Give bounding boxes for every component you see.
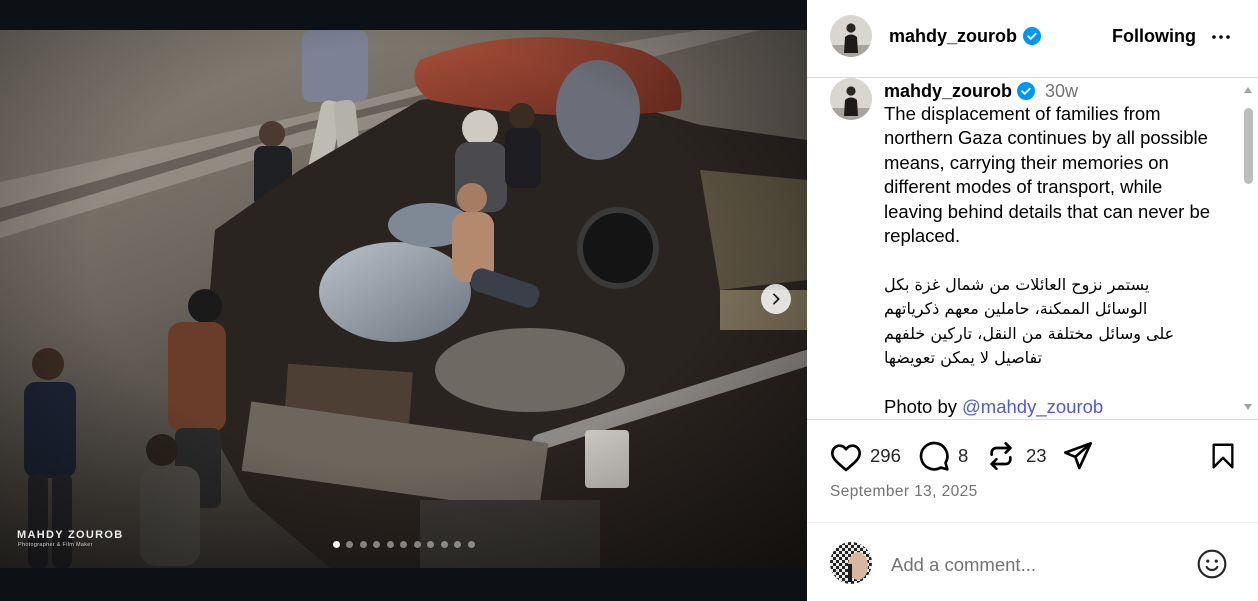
comment-count[interactable]: 8 [958, 445, 968, 467]
bookmark-icon [1212, 443, 1234, 469]
caption-arabic-line: تفاصيل لا يمكن تعويضها [884, 347, 1043, 367]
post-details-panel: mahdy_zourob Following mahdy_zourob 30w … [807, 0, 1258, 601]
carousel-dot [400, 541, 407, 548]
caption-line: replaced. [884, 224, 961, 246]
scroll-up-arrow-icon[interactable] [1244, 87, 1252, 93]
share-button[interactable] [1062, 440, 1094, 472]
repost-icon [990, 442, 1012, 470]
scrollbar-thumb[interactable] [1244, 108, 1253, 184]
verified-badge-icon [1017, 82, 1036, 100]
post-photo-image [0, 30, 807, 568]
heart-icon [831, 444, 861, 472]
comment-composer [807, 522, 1258, 601]
comment-input[interactable] [891, 553, 1181, 577]
caption-text: The displacement of families from northe… [884, 102, 1236, 419]
repost-count[interactable]: 23 [1026, 445, 1047, 467]
post-photo[interactable] [0, 30, 807, 568]
more-options-icon [1212, 35, 1230, 39]
post-header: mahdy_zourob Following [807, 0, 1258, 78]
carousel-dot [373, 541, 380, 548]
carousel-dot [386, 541, 394, 548]
share-icon [1064, 442, 1092, 470]
header-username[interactable]: mahdy_zourob [889, 25, 1017, 47]
like-count[interactable]: 296 [870, 445, 901, 467]
carousel-dots [0, 541, 807, 549]
carousel-dot [454, 541, 461, 548]
comment-icon [919, 441, 949, 471]
caption-line: different modes of transport, while [884, 176, 1163, 198]
carousel-dot [413, 541, 421, 548]
caption-line: northern Gaza continues by all possible [884, 127, 1208, 149]
like-button[interactable] [830, 441, 862, 473]
comment-button[interactable] [918, 440, 950, 472]
following-button[interactable]: Following [1112, 25, 1196, 47]
emoji-button[interactable] [1196, 548, 1228, 580]
verified-badge-icon [1023, 27, 1042, 45]
carousel-dot [427, 541, 434, 548]
caption-author-avatar[interactable] [830, 78, 872, 120]
caption-scroll-area[interactable]: mahdy_zourob 30w The displacement of fam… [807, 78, 1258, 420]
photo-credit-prefix: Photo by [884, 395, 958, 417]
photo-credit: Photo by @mahdy_zourob [884, 395, 1236, 419]
carousel-dot-active [332, 541, 340, 548]
save-button[interactable] [1209, 441, 1237, 471]
caption-arabic-line: الوسائل الممكنة، حاملين معهم ذكرياتهم [884, 299, 1148, 319]
chevron-right-icon [773, 293, 780, 305]
repost-button[interactable] [985, 440, 1017, 472]
caption-arabic-line: على وسائل مختلفة من النقل، تاركين خلفهم [884, 323, 1175, 343]
header-user-row: mahdy_zourob [889, 25, 1042, 47]
carousel-dot [440, 541, 448, 548]
caption-line: The displacement of families from [884, 103, 1161, 124]
caption-line: leaving behind details that can never be [884, 200, 1211, 222]
carousel-dot [467, 541, 475, 548]
post-age[interactable]: 30w [1045, 80, 1078, 102]
caption-line-break [884, 370, 1236, 394]
caption-username[interactable]: mahdy_zourob [884, 80, 1012, 102]
caption-line-break [884, 248, 1236, 272]
caption-line: means, carrying their memories on [884, 151, 1169, 173]
more-options-button[interactable] [1209, 25, 1233, 49]
caption-user-row: mahdy_zourob 30w [884, 80, 1078, 102]
caption-scrollbar[interactable] [1241, 81, 1256, 417]
emoji-icon [1197, 549, 1227, 579]
post-media-panel: MAHDY ZOUROB Photographer & Film Maker [0, 0, 807, 601]
author-avatar[interactable] [830, 15, 872, 57]
carousel-next-button[interactable] [761, 284, 791, 314]
carousel-dot [359, 541, 367, 548]
photo-credit-handle-link[interactable]: @mahdy_zourob [962, 396, 1103, 417]
carousel-dot [346, 541, 353, 548]
caption-arabic-line: يستمر نزوح العائلات من شمال غزة بكل [884, 274, 1150, 294]
current-user-avatar[interactable] [830, 542, 872, 584]
scroll-down-arrow-icon[interactable] [1244, 404, 1252, 410]
post-date[interactable]: September 13, 2025 [830, 482, 978, 502]
